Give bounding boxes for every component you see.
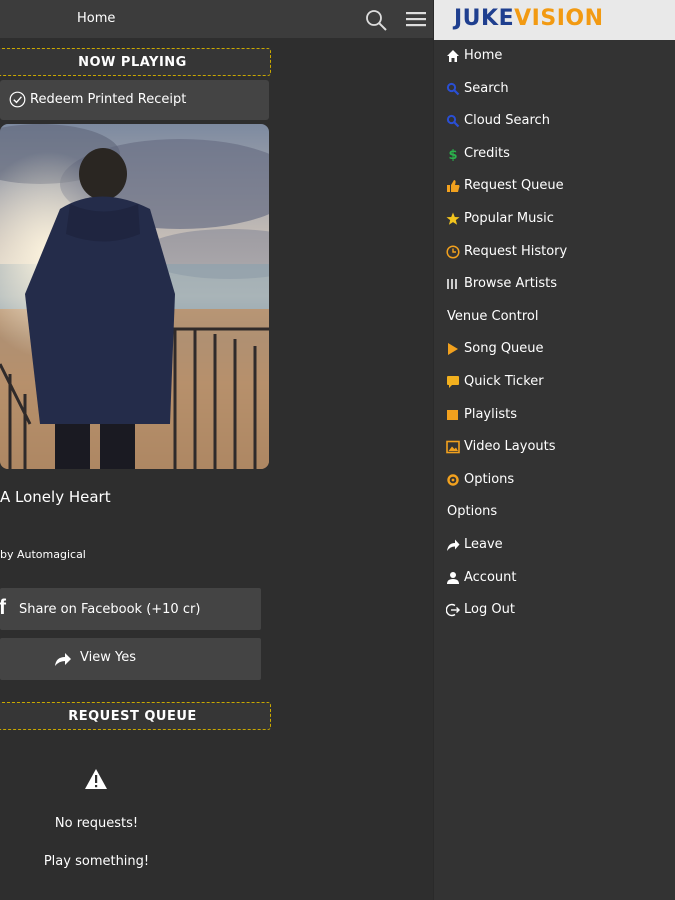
menu-item-cloud-search[interactable]: Cloud Search [446,108,671,134]
main-panel: Home NOW PLAYING Redeem Printed Receipt [0,0,433,900]
user-icon [447,571,459,584]
menu-item-quick-ticker[interactable]: Quick Ticker [446,369,671,395]
page-title: Home [77,11,116,26]
share-icon [447,539,460,551]
home-icon [447,50,459,62]
menu-item-label: Options [464,471,515,487]
search-icon [446,82,460,95]
request-queue-panel: No requests! Play something! [0,740,261,890]
cloud-search-icon [446,115,460,128]
menu-item-label: Request History [464,243,568,259]
menu-item-home[interactable]: Home [446,43,671,69]
top-bar: Home [0,0,433,38]
gear-icon [447,474,459,486]
menu-item-label: Log Out [464,602,515,618]
warning-icon [85,769,107,789]
menu-item-video-layouts[interactable]: Video Layouts [446,434,671,460]
check-circle-icon [9,91,26,108]
menu-item-request-queue[interactable]: Request Queue [446,173,671,199]
menu-item-credits[interactable]: $ Credits [446,141,671,167]
menu-item-popular-music[interactable]: Popular Music [446,206,671,232]
empty-queue-subtitle: Play something! [43,854,150,869]
menu-item-label: Quick Ticker [464,374,544,389]
menu-item-search[interactable]: Search [446,76,671,102]
hamburger-menu-icon[interactable] [405,11,427,27]
menu-item-browse-artists[interactable]: Browse Artists [446,271,671,297]
search-icon[interactable] [364,8,388,32]
redeem-receipt-button[interactable]: Redeem Printed Receipt [0,80,269,120]
menu-item-label: Popular Music [464,211,554,226]
menu-item-label: Account [464,569,517,585]
menu-item-label: Venue Control [447,308,539,324]
menu-item-label: Song Queue [464,341,544,357]
menu-item-label: Credits [464,145,510,161]
menu-item-log-out[interactable]: Log Out [446,597,671,623]
empty-queue-title: No requests! [54,816,139,831]
menu-item-label: Home [464,48,503,63]
menu-item-options[interactable]: Options [446,499,671,525]
menu-item-label: Cloud Search [464,113,550,129]
request-queue-title: REQUEST QUEUE [68,709,197,724]
album-art [0,124,269,469]
menu-item-label: Video Layouts [464,439,556,455]
request-queue-header: REQUEST QUEUE [0,702,271,730]
menu-item-request-history[interactable]: Request History [446,239,671,265]
song-title: A Lonely Heart [0,488,111,506]
playlist-icon [447,409,458,420]
thumbs-up-icon [447,180,460,193]
redeem-label: Redeem Printed Receipt [30,92,187,107]
image-icon [446,440,460,454]
menu-item-label: Leave [464,537,503,552]
menu-item-account[interactable]: Account [446,565,671,591]
play-icon [448,343,458,356]
star-icon [446,212,460,225]
navigation-drawer: JUKEVISION Home Search Cloud Search $ Credit… [433,0,675,900]
menu-item-label: Options [447,504,498,520]
clock-icon [446,245,460,259]
view-label: View Yes [80,650,136,665]
view-button[interactable]: View Yes [0,638,261,680]
dollar-icon: $ [448,148,457,161]
share-arrow-icon [55,653,71,666]
menu-item-label: Playlists [464,406,517,422]
menu-item-playlists[interactable]: Playlists [446,402,671,428]
song-artist: by Automagical [0,548,86,561]
menu-item-label: Search [464,80,509,96]
menu-item-venue-control[interactable]: Venue Control [446,304,671,330]
now-playing-title: NOW PLAYING [78,55,187,70]
logout-icon [446,604,460,617]
menu-item-song-queue[interactable]: Song Queue [446,336,671,362]
logo-bar: JUKEVISION [434,0,675,40]
menu-item-label: Request Queue [464,178,564,194]
menu-item-label: Browse Artists [464,276,558,292]
jukevision-logo: JUKEVISION [454,6,604,31]
bars-icon [447,279,457,290]
menu-item-options[interactable]: Options [446,467,671,493]
svg-text:$: $ [448,148,457,161]
share-facebook-label: Share on Facebook (+10 cr) [19,602,201,617]
menu-item-leave[interactable]: Leave [446,532,671,558]
facebook-icon: f [0,596,6,619]
share-facebook-button[interactable]: f Share on Facebook (+10 cr) [0,588,261,630]
chat-icon [447,376,459,388]
now-playing-header: NOW PLAYING [0,48,271,76]
